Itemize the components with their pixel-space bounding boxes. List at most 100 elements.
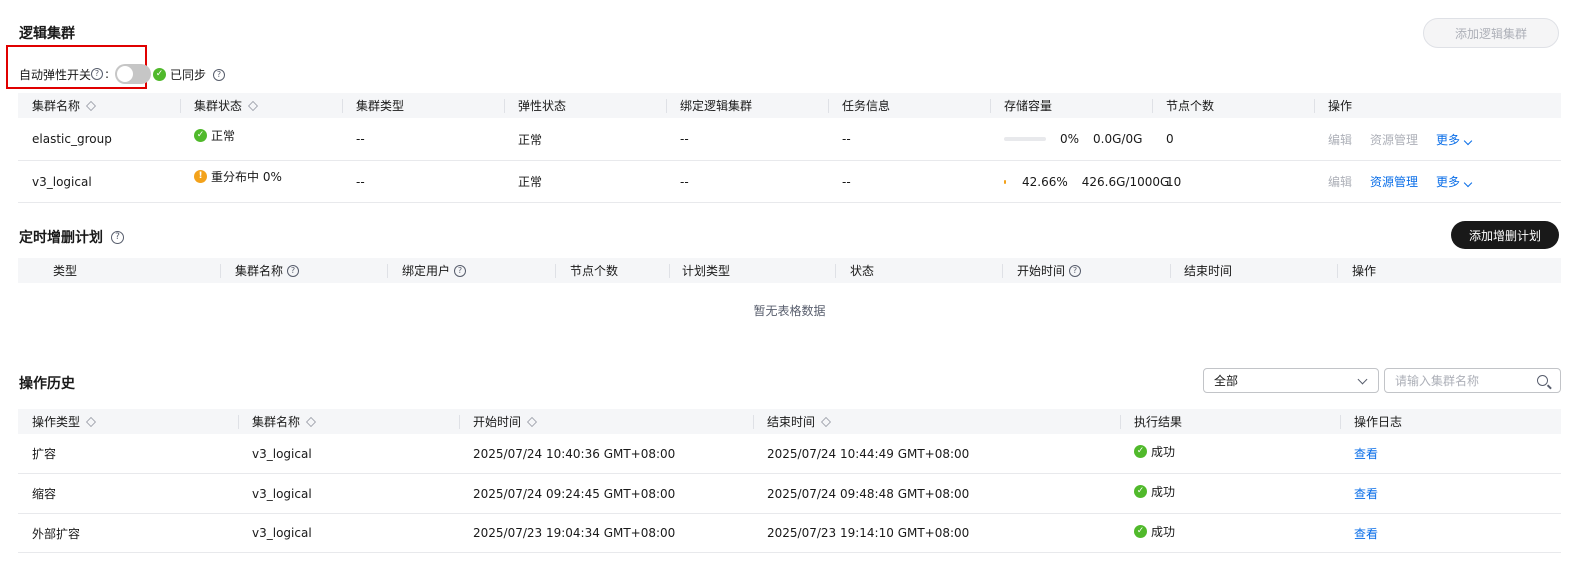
status-text: 重分布中 0% — [211, 170, 282, 184]
column-start-time: 开始时间? — [1017, 258, 1082, 283]
storage-capacity: 42.66% 426.6G/1000G — [1004, 161, 1169, 202]
cluster-name: elastic_group — [32, 132, 112, 146]
elastic-status: 正常 — [518, 175, 543, 189]
logical-cluster-title: 逻辑集群 — [19, 23, 75, 43]
result-filter-select[interactable]: 全部 — [1203, 368, 1379, 393]
column-operation-type[interactable]: 操作类型 — [32, 409, 96, 434]
result-text: 成功 — [1151, 445, 1176, 459]
column-label: 集群名称 — [32, 99, 81, 113]
view-log-link[interactable]: 查看 — [1354, 474, 1378, 513]
column-divider — [1314, 99, 1315, 113]
column-start-time[interactable]: 开始时间 — [473, 409, 537, 434]
help-icon[interactable]: ? — [111, 230, 124, 244]
bound-cluster: -- — [680, 174, 689, 189]
empty-table-message: 暂无表格数据 — [753, 303, 826, 318]
column-end-time[interactable]: 结束时间 — [767, 409, 831, 434]
auto-scaling-switch-row: 自动弹性开关 ? : — [19, 64, 152, 84]
auto-scaling-toggle[interactable] — [115, 64, 152, 84]
table-row: v3_logical ! 重分布中 0% -- 正常 -- -- 42.66% … — [18, 161, 1561, 203]
resource-management-link[interactable]: 资源管理 — [1370, 131, 1418, 148]
column-divider — [1337, 264, 1338, 278]
sort-icon[interactable] — [86, 416, 96, 427]
column-label: 弹性状态 — [518, 99, 567, 113]
edit-link[interactable]: 编辑 — [1328, 131, 1352, 148]
end-time: 2025/07/23 19:14:10 GMT+08:00 — [767, 526, 970, 540]
column-cluster-name[interactable]: 集群名称 — [32, 93, 96, 118]
add-scaling-plan-button[interactable]: 添加增删计划 — [1451, 221, 1559, 249]
column-label: 任务信息 — [842, 99, 891, 113]
scheduled-plan-title: 定时增删计划 ? — [19, 227, 124, 247]
column-divider — [1120, 415, 1121, 429]
column-divider — [990, 99, 991, 113]
column-task-info: 任务信息 — [842, 93, 890, 118]
operation-type: 扩容 — [32, 447, 57, 461]
column-log: 操作日志 — [1354, 415, 1403, 429]
column-divider — [1170, 264, 1171, 278]
execution-result: ✓ 成功 — [1134, 432, 1175, 471]
sort-icon[interactable] — [248, 100, 258, 111]
view-log-link[interactable]: 查看 — [1354, 514, 1378, 552]
start-time: 2025/07/23 19:04:34 GMT+08:00 — [473, 526, 676, 540]
check-circle-icon: ✓ — [194, 128, 207, 142]
column-type: 类型 — [53, 264, 78, 278]
end-time: 2025/07/24 09:48:48 GMT+08:00 — [767, 486, 970, 501]
sort-icon[interactable] — [527, 416, 537, 427]
cluster-search[interactable] — [1384, 368, 1561, 393]
column-result: 执行结果 — [1134, 415, 1183, 429]
table-row: 扩容 v3_logical 2025/07/24 10:40:36 GMT+08… — [18, 434, 1561, 474]
search-input[interactable] — [1395, 373, 1535, 388]
sort-icon[interactable] — [821, 416, 831, 427]
logical-cluster-title-text: 逻辑集群 — [19, 26, 75, 42]
help-icon[interactable]: ? — [213, 68, 226, 81]
storage-percent: 0% — [1060, 132, 1080, 146]
column-bound-user: 绑定用户? — [402, 258, 467, 283]
cluster-name: v3_logical — [252, 526, 312, 540]
column-label: 节点个数 — [1166, 99, 1215, 113]
more-menu[interactable]: 更多 — [1436, 173, 1473, 190]
cluster-table-header: 集群名称 集群状态 集群类型 弹性状态 绑定逻辑集群 任务信息 存储容量 节点个… — [18, 93, 1561, 118]
cluster-type: -- — [356, 174, 365, 189]
node-count: 0 — [1166, 132, 1174, 146]
help-icon[interactable]: ? — [454, 264, 467, 277]
edit-link[interactable]: 编辑 — [1328, 173, 1352, 190]
column-label: 结束时间 — [767, 415, 816, 429]
column-cluster-name[interactable]: 集群名称 — [252, 409, 316, 434]
cluster-name: v3_logical — [32, 174, 92, 189]
column-label: 开始时间 — [473, 415, 522, 429]
check-circle-icon: ✓ — [153, 68, 166, 81]
start-time: 2025/07/24 10:40:36 GMT+08:00 — [473, 446, 676, 461]
column-operations: 操作 — [1352, 264, 1377, 278]
column-divider — [459, 415, 460, 429]
column-label: 操作 — [1328, 99, 1353, 113]
column-divider — [238, 415, 239, 429]
operation-type: 外部扩容 — [32, 526, 81, 541]
sort-icon[interactable] — [306, 416, 316, 427]
view-log-link[interactable]: 查看 — [1354, 434, 1378, 473]
column-divider — [504, 99, 505, 113]
chevron-down-icon — [1463, 178, 1473, 188]
status-text: 正常 — [211, 128, 236, 143]
add-logical-cluster-button[interactable]: 添加逻辑集群 — [1423, 18, 1559, 48]
help-icon[interactable]: ? — [1069, 264, 1082, 277]
history-title-text: 操作历史 — [19, 376, 75, 392]
search-icon[interactable] — [1537, 375, 1548, 386]
execution-result: ✓ 成功 — [1134, 472, 1175, 511]
column-label: 集群名称 — [252, 415, 301, 429]
resource-management-link[interactable]: 资源管理 — [1370, 173, 1418, 190]
column-elastic-status: 弹性状态 — [518, 93, 566, 118]
column-label: 集群类型 — [356, 99, 405, 113]
column-plan-type: 计划类型 — [682, 264, 731, 278]
column-divider — [180, 99, 181, 113]
storage-capacity: 0% 0.0G/0G — [1004, 118, 1142, 160]
column-end-time: 结束时间 — [1184, 264, 1233, 278]
sort-icon[interactable] — [86, 100, 96, 111]
cluster-status: ! 重分布中 0% — [194, 156, 282, 197]
column-status: 状态 — [850, 264, 875, 278]
column-divider — [555, 264, 556, 278]
check-circle-icon: ✓ — [1134, 485, 1147, 498]
help-icon[interactable]: ? — [91, 68, 104, 80]
help-icon[interactable]: ? — [287, 264, 300, 277]
more-menu[interactable]: 更多 — [1436, 131, 1473, 148]
column-node-count: 节点个数 — [1166, 93, 1214, 118]
node-count: 10 — [1166, 174, 1182, 189]
